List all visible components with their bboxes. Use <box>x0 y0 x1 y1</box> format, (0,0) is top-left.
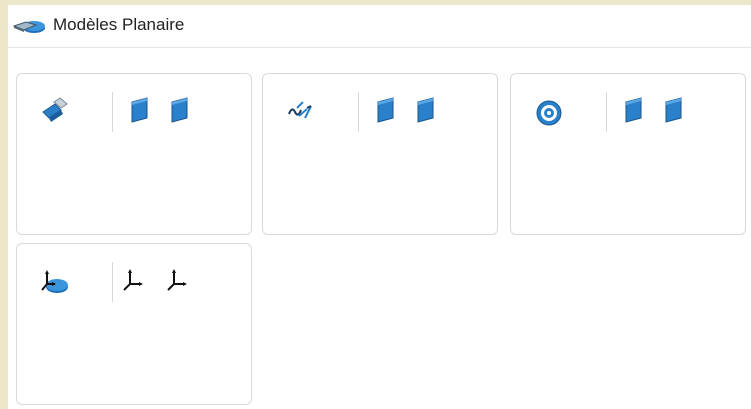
blue-plane-icon[interactable] <box>127 96 151 124</box>
panel-separator <box>112 92 113 132</box>
blue-plane-icon[interactable] <box>621 96 645 124</box>
concentric-target-icon[interactable] <box>533 96 565 128</box>
planar-surface-panel[interactable] <box>16 73 252 235</box>
panel-separator <box>358 92 359 132</box>
blue-plane-icon[interactable] <box>167 96 191 124</box>
workplane-axes-icon[interactable] <box>39 266 71 298</box>
workplane-axes-panel[interactable] <box>16 243 252 405</box>
blue-plane-icon[interactable] <box>413 96 437 124</box>
concentric-panel[interactable] <box>510 73 746 235</box>
planar-models-window: Modèles Planaire <box>8 5 751 409</box>
blue-plane-icon[interactable] <box>373 96 397 124</box>
planar-model-icon <box>12 21 45 33</box>
window-title: Modèles Planaire <box>53 15 185 34</box>
axis-triad-icon[interactable] <box>121 266 145 294</box>
axis-triad-icon[interactable] <box>165 266 189 294</box>
blue-plane-icon[interactable] <box>661 96 685 124</box>
planar-surface-icon[interactable] <box>39 96 71 128</box>
panel-separator <box>112 262 113 302</box>
planar-curve-icon[interactable] <box>285 96 317 128</box>
panel-separator <box>606 92 607 132</box>
planar-curve-panel[interactable] <box>262 73 498 235</box>
title-bar: Modèles Planaire <box>8 5 751 48</box>
